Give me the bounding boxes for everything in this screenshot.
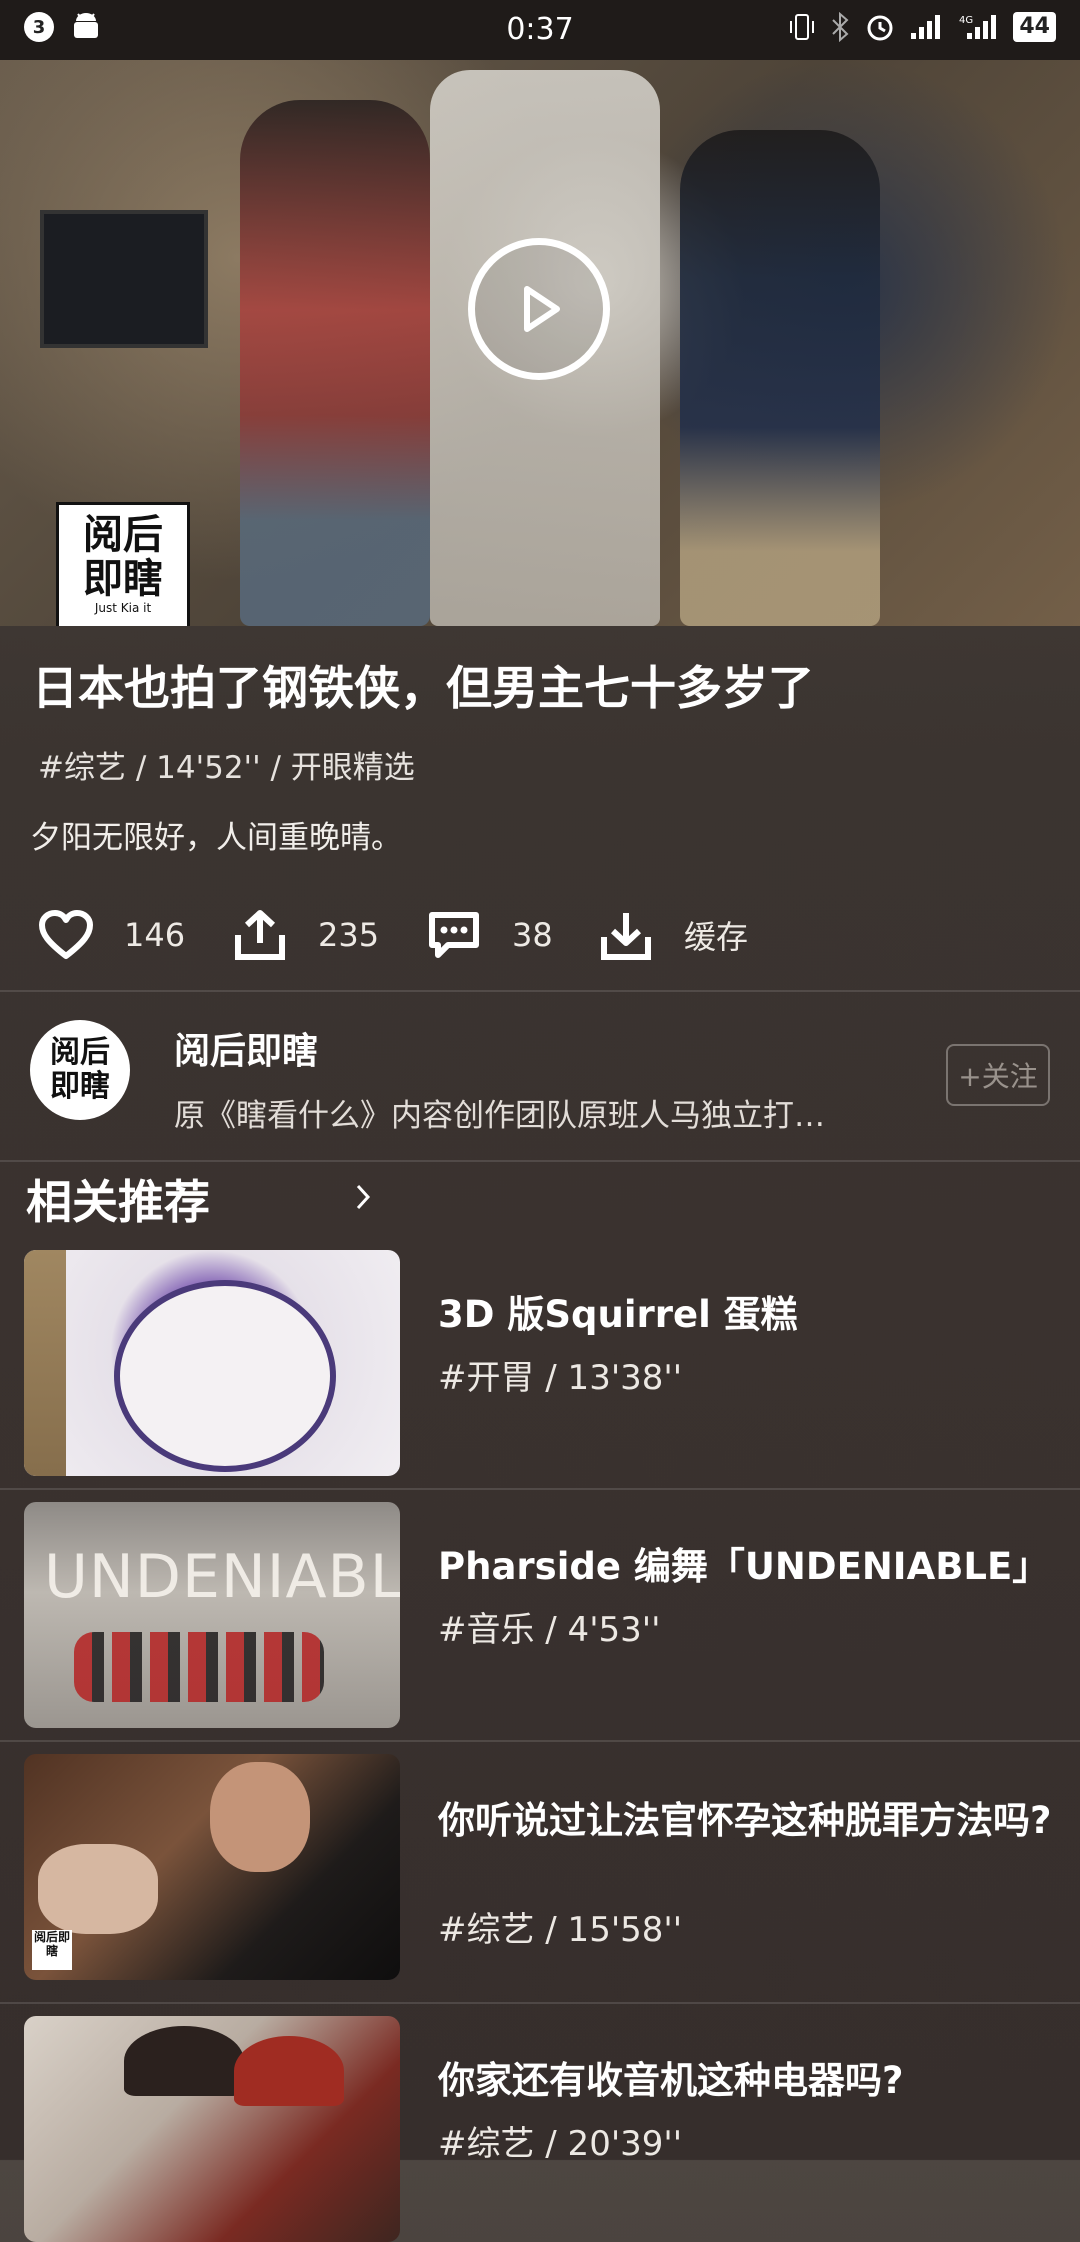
share-button[interactable]: 235 [232,900,379,970]
download-button[interactable]: 缓存 [598,900,748,970]
logo-subtitle: Just Kia it [94,601,152,615]
thumb-face [38,1844,158,1934]
related-meta: #音乐 / 4'53'' [438,1610,661,1650]
comment-button[interactable]: 38 [426,900,553,970]
related-item[interactable]: 3D 版Squirrel 蛋糕 #开胃 / 13'38'' [0,1250,1080,1476]
divider [0,1740,1080,1742]
thumb-text: UNDENIABLE [44,1542,400,1612]
thumb-squirrel [114,1280,336,1472]
related-title[interactable]: 你听说过让法官怀孕这种脱罪方法吗? [438,1796,1058,1846]
video-player[interactable]: 阅后 即瞎 Just Kia it [0,60,1080,626]
related-thumbnail[interactable]: 阅后即瞎 [24,1754,400,1980]
divider [0,1488,1080,1490]
related-title[interactable]: Pharside 编舞「UNDENIABLE」 [438,1542,1058,1592]
follow-button[interactable]: +关注 [946,1044,1050,1106]
related-item[interactable]: UNDENIABLE Pharside 编舞「UNDENIABLE」 #音乐 /… [0,1502,1080,1728]
thumb-logo: 阅后即瞎 [32,1930,72,1970]
alarm-icon [867,15,893,41]
related-item[interactable]: 阅后即瞎 你听说过让法官怀孕这种脱罪方法吗? #综艺 / 15'58'' [0,1754,1080,1980]
video-meta: #综艺 / 14'52'' / 开眼精选 [38,750,415,786]
download-icon [601,913,651,960]
status-bar: 3 0:37 4G 44 [0,0,1080,60]
chevron-right-icon[interactable] [352,1180,376,1214]
play-button[interactable] [468,238,610,380]
thumb-book [24,1250,66,1476]
logo-line-2: 即瞎 [83,556,163,602]
scene-monitor [40,210,208,348]
thumb-dancers [74,1632,324,1702]
related-meta: #综艺 / 20'39'' [438,2124,683,2164]
scene-boy [680,130,880,626]
author-description: 原《瞎看什么》内容创作团队原班人马独立打… [174,1098,825,1134]
share-icon [235,910,285,960]
related-header[interactable]: 相关推荐 [26,1166,210,1232]
related-thumbnail[interactable]: UNDENIABLE [24,1502,400,1728]
download-label: 缓存 [684,918,749,956]
vibrate-icon [790,14,815,40]
thumb-face [210,1762,310,1872]
author-avatar[interactable]: 阅后即瞎 [30,1020,130,1120]
play-icon [524,286,560,332]
related-item[interactable]: 你家还有收音机这种电器吗? #综艺 / 20'39'' [0,2016,1080,2242]
svg-text:4G: 4G [959,15,973,26]
logo-line-1: 阅后 [83,512,163,558]
related-thumbnail[interactable] [24,2016,400,2242]
share-count: 235 [318,916,380,954]
channel-logo: 阅后 即瞎 Just Kia it [56,502,190,626]
heart-icon [39,910,93,959]
related-thumbnail[interactable] [24,1250,400,1476]
related-title[interactable]: 3D 版Squirrel 蛋糕 [438,1290,1058,1340]
author-name[interactable]: 阅后即瞎 [174,1022,318,1074]
divider [0,1160,1080,1162]
video-description: 夕阳无限好，人间重晚晴。 [30,820,402,856]
related-meta: #综艺 / 15'58'' [438,1910,683,1950]
related-meta: #开胃 / 13'38'' [438,1358,683,1398]
battery-indicator: 44 [1013,12,1056,42]
status-right: 4G 44 [789,12,1056,42]
action-bar: 146 235 38 缓存 [38,900,1058,970]
divider [0,990,1080,992]
signal-icon-1 [911,15,941,39]
bluetooth-icon [832,12,849,42]
comment-icon [429,912,479,958]
signal-icon-4g: 4G [959,15,997,39]
like-count: 146 [124,916,186,954]
divider [0,2002,1080,2004]
video-title: 日本也拍了钢铁侠，但男主七十多岁了 [32,661,814,715]
like-button[interactable]: 146 [38,900,185,970]
scene-girl [240,100,430,626]
comment-count: 38 [512,916,553,954]
related-title[interactable]: 你家还有收音机这种电器吗? [438,2056,1058,2106]
thumb-hat [234,2036,344,2106]
thumb-hat [124,2026,244,2096]
